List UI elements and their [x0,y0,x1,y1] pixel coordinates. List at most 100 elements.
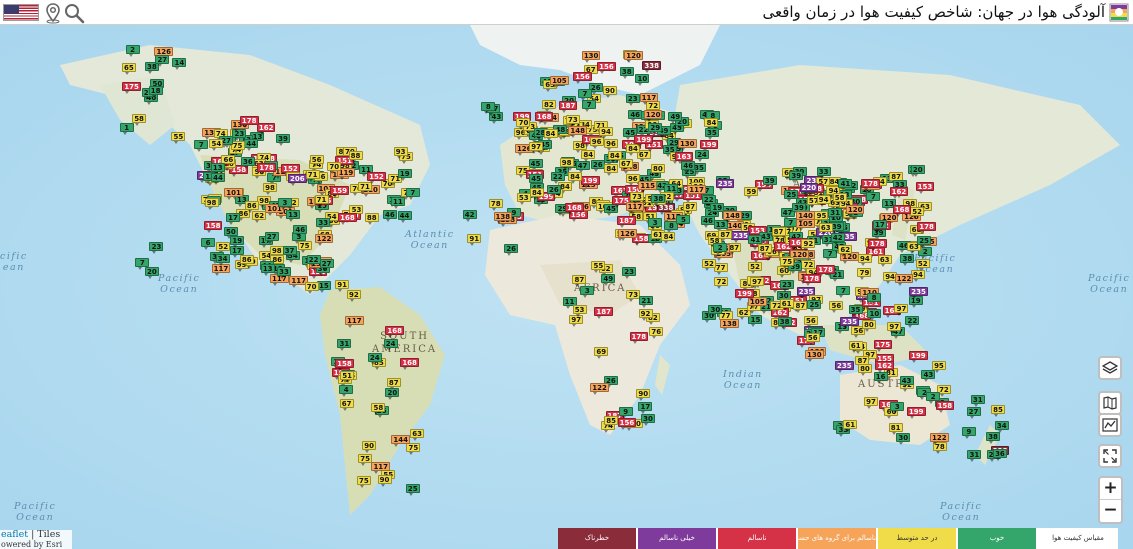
aqi-station-marker[interactable]: 122 [894,273,914,286]
aqi-station-marker[interactable]: 175 [873,339,893,352]
aqi-station-marker[interactable]: 9 [618,406,633,419]
aqi-station-marker[interactable]: 19 [397,169,412,182]
aqi-station-marker[interactable]: 84 [543,128,558,141]
aqi-station-marker[interactable]: 235 [840,316,859,329]
aqi-station-marker[interactable]: 152 [367,171,386,184]
aqicn-logo-icon[interactable] [1109,3,1129,22]
aqi-station-marker[interactable]: 75 [358,453,373,466]
aqi-station-marker[interactable]: 80 [857,363,872,376]
aqi-station-marker[interactable]: 59 [744,187,759,200]
aqi-station-marker[interactable]: 3 [890,401,905,414]
aqi-station-marker[interactable]: 159 [330,185,350,198]
aqi-station-marker[interactable]: 101 [224,188,243,201]
aqi-station-marker[interactable]: 199 [634,135,654,148]
aqi-station-marker[interactable]: 61 [848,340,863,353]
aqi-station-marker[interactable]: 87 [793,301,808,314]
aqi-station-marker[interactable]: 88 [348,151,363,164]
aqi-station-marker[interactable]: 126 [618,228,637,241]
aqi-station-marker[interactable]: 2 [713,243,728,256]
aqi-station-marker[interactable]: 94 [910,270,925,283]
aqi-station-marker[interactable]: 168 [400,358,419,371]
aqi-station-marker[interactable]: 79 [857,267,872,280]
aqi-station-marker[interactable]: 1 [119,123,134,136]
aqi-station-marker[interactable]: 7 [135,258,150,271]
aqi-station-marker[interactable]: 44 [397,211,412,224]
aqi-station-marker[interactable]: 42 [462,210,477,223]
aqi-station-marker[interactable]: 156 [573,72,592,85]
aqi-station-marker[interactable]: 84 [704,118,719,131]
aqi-station-marker[interactable]: 130 [581,51,601,64]
aqi-station-marker[interactable]: 27 [966,407,981,420]
aqi-station-marker[interactable]: 72 [714,277,729,290]
aqi-station-marker[interactable]: 25 [917,235,932,248]
aqi-station-marker[interactable]: 38 [986,431,1001,444]
aqi-station-marker[interactable]: 26 [504,243,519,256]
aqi-station-marker[interactable]: 24 [694,150,709,163]
aqi-station-marker[interactable]: 50 [223,227,238,240]
aqi-station-marker[interactable]: 235 [715,178,735,191]
aqi-station-marker[interactable]: 97 [749,276,764,289]
aqi-station-marker[interactable]: 96 [604,139,619,152]
aqi-station-marker[interactable]: 175 [122,82,141,95]
aqi-station-marker[interactable]: 52 [216,242,231,255]
aqi-station-marker[interactable]: 4 [339,385,354,398]
aqi-station-marker[interactable]: 53 [572,305,587,318]
aqi-station-marker[interactable]: 41 [748,235,763,248]
aqi-station-marker[interactable]: 63 [410,429,425,442]
aqi-station-marker[interactable]: 148 [568,125,587,138]
aqi-station-marker[interactable]: 43 [921,369,936,382]
world-map[interactable]: Pacific Ocean cific ean Atlantic Ocean I… [0,25,1133,549]
aqi-station-marker[interactable]: 158 [335,358,354,371]
aqi-station-marker[interactable]: 82 [541,100,556,113]
aqi-station-marker[interactable]: 178 [629,332,649,345]
aqi-station-marker[interactable]: 33 [316,217,331,230]
aqi-station-marker[interactable]: 7 [577,89,592,102]
aqi-station-marker[interactable]: 178 [239,116,259,129]
aqi-station-marker[interactable]: 19 [230,236,245,249]
aqi-station-marker[interactable]: 67 [339,399,354,412]
aqi-station-marker[interactable]: 30 [896,433,911,446]
aqi-station-marker[interactable]: 47 [575,161,590,174]
aqi-station-marker[interactable]: 178 [867,239,887,252]
aqi-station-marker[interactable]: 37 [282,246,297,259]
aqi-station-marker[interactable]: 7 [836,286,851,299]
aqi-station-marker[interactable]: 56 [805,333,820,346]
aqi-station-marker[interactable]: 63 [818,222,833,235]
aqi-station-marker[interactable]: 55 [171,132,186,145]
aqi-station-marker[interactable]: 38 [651,194,666,207]
aqi-station-marker[interactable]: 24 [383,339,398,352]
aqi-station-marker[interactable]: 10 [867,308,882,321]
aqi-station-marker[interactable]: 158 [935,400,955,413]
aqi-station-marker[interactable]: 235 [796,286,816,299]
aqi-station-marker[interactable]: 84 [567,171,582,184]
aqi-station-marker[interactable]: 7 [194,139,209,152]
search-icon[interactable] [63,2,85,24]
aqi-station-marker[interactable]: 70 [327,162,342,175]
aqi-station-marker[interactable]: 33 [816,167,831,180]
aqi-station-marker[interactable]: 122 [590,382,609,395]
stations-button[interactable] [1098,413,1122,437]
aqi-station-marker[interactable]: 23 [622,266,637,279]
aqi-station-marker[interactable]: 23 [779,279,794,292]
aqi-station-marker[interactable]: 30 [641,413,656,426]
aqi-station-marker[interactable]: 7 [405,187,420,200]
aqi-station-marker[interactable]: 88 [364,212,379,225]
aqi-station-marker[interactable]: 17 [638,401,653,414]
aqi-station-marker[interactable]: 25 [405,484,420,497]
aqi-station-marker[interactable]: 90 [377,475,392,488]
aqi-station-marker[interactable]: 13 [286,209,301,222]
aqi-station-marker[interactable]: 85 [604,415,619,428]
aqi-station-marker[interactable]: 55 [591,261,606,274]
aqi-station-marker[interactable]: 73 [629,192,644,205]
aqi-station-marker[interactable]: 31 [828,208,843,221]
aqi-station-marker[interactable]: 87 [771,226,786,239]
aqi-station-marker[interactable]: 199 [699,140,719,153]
aqi-station-marker[interactable]: 10 [635,73,650,86]
aqi-station-marker[interactable]: 58 [132,114,147,127]
aqi-station-marker[interactable]: 63 [877,254,892,267]
aqi-station-marker[interactable]: 178 [917,221,936,234]
aqi-station-marker[interactable]: 56 [309,154,324,167]
aqi-station-marker[interactable]: 90 [603,86,618,99]
aqi-station-marker[interactable]: 17 [872,220,887,233]
aqi-station-marker[interactable]: 75 [356,476,371,489]
